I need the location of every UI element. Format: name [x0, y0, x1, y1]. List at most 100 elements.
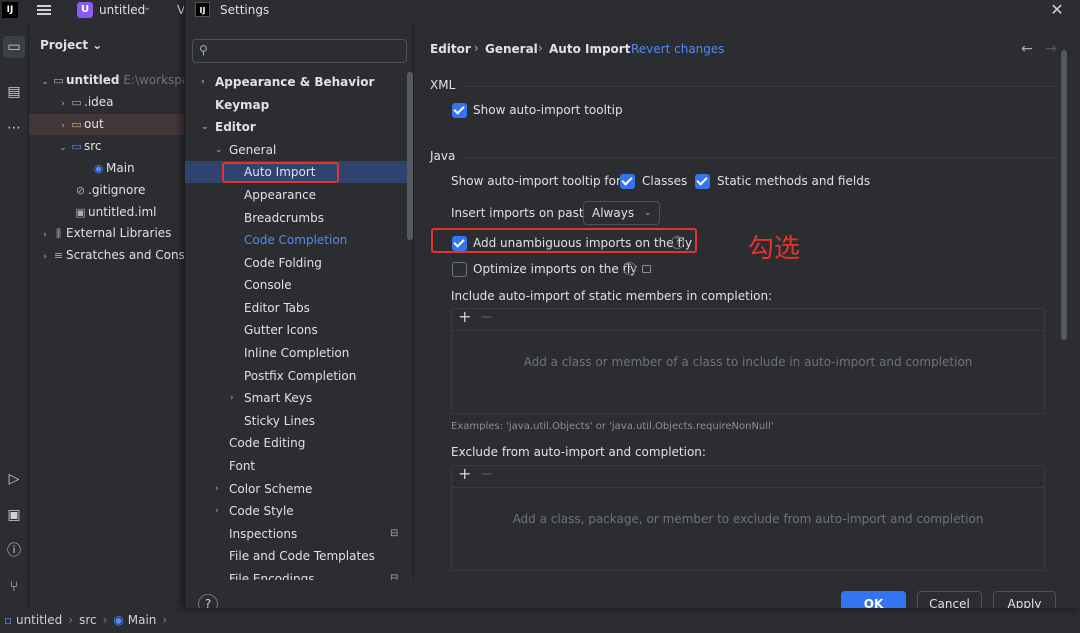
tree-item-main[interactable]: ◉ Main [29, 158, 184, 179]
help-icon[interactable]: ? [671, 236, 684, 249]
nav-appearance[interactable]: Appearance [185, 184, 413, 206]
include-static-list[interactable]: + − Add a class or member of a class to … [451, 307, 1045, 414]
dialog-footer: ? OK Cancel Apply [185, 580, 1080, 608]
nav-appearance-behavior[interactable]: › Appearance & Behavior [185, 71, 413, 93]
annotation-text: 勾选 [748, 234, 801, 264]
classes-label: Classes [642, 174, 688, 188]
apply-button[interactable]: Apply [993, 591, 1056, 608]
problems-icon[interactable]: ⓘ [3, 540, 25, 562]
classes-checkbox[interactable] [620, 174, 635, 189]
nav-code-editing[interactable]: Code Editing [185, 432, 413, 454]
run-icon[interactable]: ▷ [3, 468, 25, 490]
list-toolbar: + − [452, 307, 1044, 331]
nav-keymap[interactable]: Keymap [185, 94, 413, 116]
project-badge[interactable]: U [77, 2, 93, 18]
add-unambiguous-checkbox[interactable] [452, 236, 467, 251]
include-static-label: Include auto-import of static members in… [451, 289, 773, 303]
project-panel-header[interactable]: Project ⌄ [40, 38, 102, 52]
nav-code-style[interactable]: › Code Style [185, 500, 413, 522]
main-menu-icon[interactable] [37, 3, 51, 17]
project-scope-icon: ⊟ [390, 573, 399, 580]
more-icon[interactable]: ⋯ [3, 117, 25, 139]
static-methods-checkbox[interactable] [695, 174, 710, 189]
status-crumb-project[interactable]: untitled [16, 613, 62, 627]
insert-on-paste-select[interactable]: Always ⌄ [583, 201, 660, 225]
tree-item-idea[interactable]: › ▭ .idea [29, 92, 184, 113]
section-java: Java [430, 149, 456, 163]
static-methods-label: Static methods and fields [717, 174, 871, 188]
forward-arrow-icon: → [1045, 41, 1057, 57]
nav-code-folding[interactable]: Code Folding [185, 252, 413, 274]
insert-on-paste-label: Insert imports on paste: [451, 206, 596, 220]
nav-gutter-icons[interactable]: Gutter Icons [185, 319, 413, 341]
chevron-down-icon: ⌄ [644, 208, 652, 218]
nav-color-scheme[interactable]: › Color Scheme [185, 478, 413, 500]
nav-sticky-lines[interactable]: Sticky Lines [185, 410, 413, 432]
project-name[interactable]: untitled [99, 3, 145, 17]
list-toolbar: + − [452, 464, 1044, 488]
tree-item-scratches[interactable]: › ≡ Scratches and Conso [29, 245, 184, 266]
chevron-down-icon[interactable]: ⌄ [143, 2, 151, 13]
nav-editor-tabs[interactable]: Editor Tabs [185, 297, 413, 319]
nav-console[interactable]: Console [185, 274, 413, 296]
breadcrumb-auto-import: Auto Import [549, 42, 631, 56]
nav-smart-keys[interactable]: › Smart Keys [185, 387, 413, 409]
nav-font[interactable]: Font [185, 455, 413, 477]
cancel-button[interactable]: Cancel [917, 591, 982, 608]
breadcrumb-editor[interactable]: Editor [430, 42, 471, 56]
add-icon[interactable]: + [458, 464, 471, 483]
close-icon[interactable]: ✕ [1047, 0, 1067, 19]
terminal-icon[interactable]: ▣ [3, 504, 25, 526]
search-box[interactable]: ⚲ [192, 39, 407, 63]
tree-item-untitled-iml[interactable]: ▣ untitled.iml [29, 202, 184, 223]
ok-button[interactable]: OK [841, 591, 906, 608]
project-scope-icon [642, 265, 651, 273]
show-tooltip-checkbox[interactable] [452, 103, 467, 118]
tree-item-gitignore[interactable]: ⊘ .gitignore [29, 180, 184, 201]
nav-editor[interactable]: ⌄ Editor [185, 116, 413, 138]
section-divider [461, 157, 1057, 158]
optimize-imports-checkbox[interactable] [452, 262, 467, 277]
nav-breadcrumbs[interactable]: Breadcrumbs [185, 207, 413, 229]
tree-item-external-libraries[interactable]: › ⫼ External Libraries [29, 223, 184, 244]
intellij-icon: IJ [195, 2, 210, 17]
back-arrow-icon[interactable]: ← [1021, 41, 1033, 57]
settings-dialog: IJ Settings ✕ ⚲ › Appearance & Behavior K… [184, 0, 1080, 608]
tree-item-src[interactable]: ⌄ ▭ src [29, 136, 184, 157]
nav-postfix-completion[interactable]: Postfix Completion [185, 365, 413, 387]
breadcrumb-general[interactable]: General [485, 42, 538, 56]
add-icon[interactable]: + [458, 307, 471, 326]
help-icon[interactable]: ? [623, 262, 636, 275]
nav-file-code-templates[interactable]: File and Code Templates [185, 545, 413, 567]
help-button[interactable]: ? [198, 594, 218, 608]
nav-code-completion[interactable]: Code Completion [185, 229, 413, 251]
search-input[interactable] [217, 42, 402, 60]
section-divider [461, 86, 1057, 87]
tree-item-out[interactable]: › ▭ out [29, 114, 184, 135]
nav-general[interactable]: ⌄ General [185, 139, 413, 161]
status-crumb-main[interactable]: Main [128, 613, 157, 627]
dialog-titlebar: IJ Settings ✕ [185, 0, 1080, 22]
include-empty-text: Add a class or member of a class to incl… [523, 355, 973, 369]
project-scope-icon: ⊟ [390, 528, 399, 539]
class-icon: ◉ [113, 613, 124, 627]
exclude-list[interactable]: + − Add a class, package, or member to e… [451, 464, 1045, 571]
nav-inspections[interactable]: Inspections ⊟ [185, 523, 413, 545]
nav-inline-completion[interactable]: Inline Completion [185, 342, 413, 364]
exclude-label: Exclude from auto-import and completion: [451, 445, 706, 459]
tool-window-stripe: ▭ ▤ ⋯ ▷ ▣ ⓘ ⑂ [0, 22, 29, 608]
exclude-empty-text: Add a class, package, or member to exclu… [512, 512, 984, 526]
structure-icon[interactable]: ▤ [3, 81, 25, 103]
settings-content: Editor › General › Auto Import Revert ch… [415, 22, 1080, 580]
ide-statusbar: ▫ untitled › src › ◉ Main › [0, 608, 1080, 633]
status-crumb-src[interactable]: src [79, 613, 97, 627]
content-scrollbar[interactable] [1061, 50, 1067, 340]
tree-item-untitled[interactable]: ⌄ ▭ untitled E:\workspa [29, 70, 184, 91]
git-icon[interactable]: ⑂ [3, 576, 25, 598]
nav-scrollbar[interactable] [407, 72, 413, 240]
revert-changes-link[interactable]: Revert changes [631, 42, 725, 56]
breadcrumb-separator: › [538, 41, 543, 55]
nav-auto-import[interactable]: Auto Import [185, 161, 413, 183]
folder-icon[interactable]: ▭ [3, 36, 25, 58]
nav-file-encodings[interactable]: File Encodings ⊟ [185, 568, 413, 580]
